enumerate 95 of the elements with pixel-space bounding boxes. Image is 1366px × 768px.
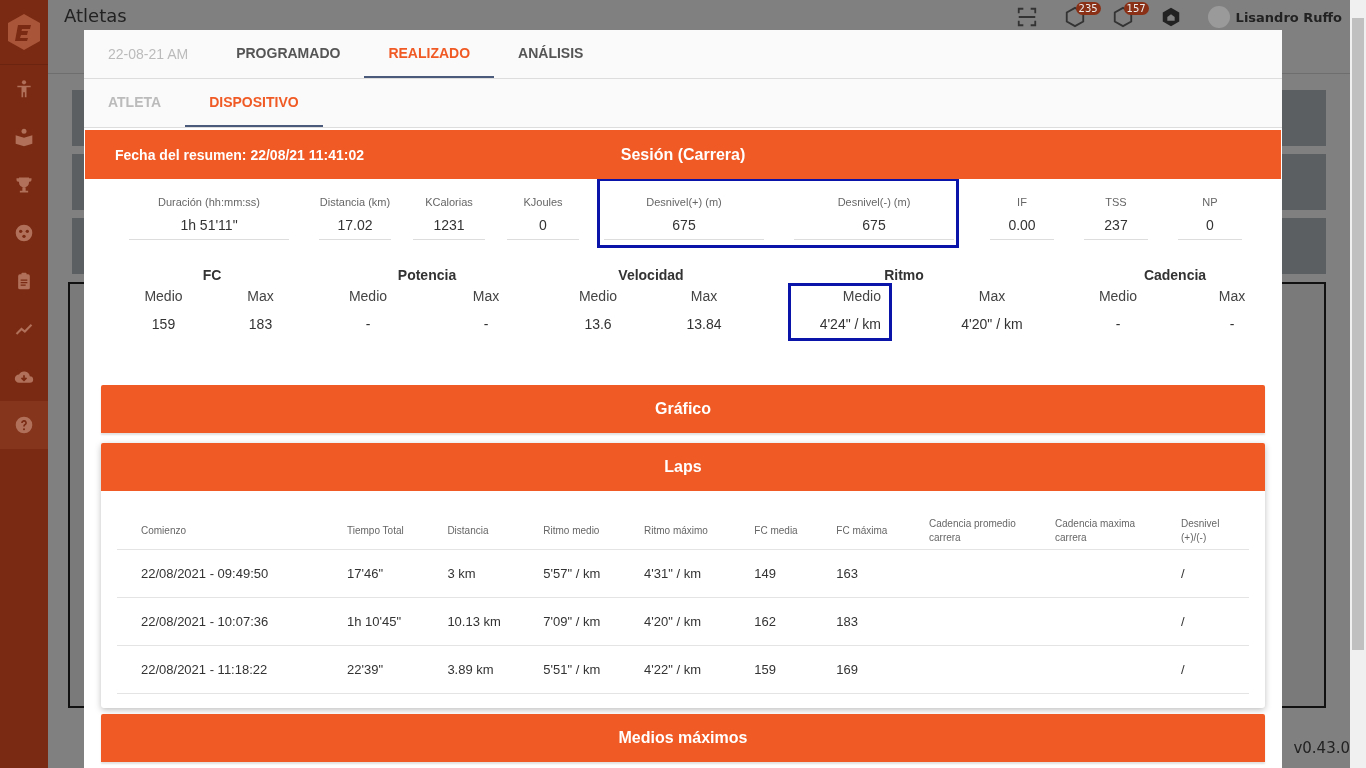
table-cell: 17'46" (339, 549, 440, 598)
field-label: KCalorias (425, 195, 473, 210)
table-cell: 4'31" / km (636, 549, 747, 598)
table-cell: 22/08/2021 - 10:07:36 (117, 597, 339, 646)
field-label: IF (1017, 195, 1027, 210)
stat-label: Medio (1098, 288, 1138, 304)
table-cell: 3 km (439, 549, 536, 598)
page-title: Atletas (64, 6, 127, 26)
value-field[interactable]: 675 (794, 213, 954, 240)
column-header: Distancia (439, 513, 536, 550)
value-field[interactable]: 1231 (413, 213, 485, 240)
stat-label: Max (978, 288, 1006, 304)
column-header: FC media (746, 513, 829, 550)
date-label: 22-08-21 AM (108, 46, 189, 62)
stat-value: 4'24" / km (819, 316, 881, 332)
table-cell: 7'09" / km (535, 597, 636, 646)
column-header: Cadencia maxima carrera (1047, 513, 1173, 550)
help-icon[interactable] (0, 401, 48, 449)
stat-label: Medio (144, 288, 183, 304)
column-header: Cadencia promedio carrera (921, 513, 1047, 550)
field-label: NP (1202, 195, 1218, 210)
summary-date: Fecha del resumen: 22/08/21 11:41:02 (115, 146, 365, 163)
table-cell: 162 (746, 597, 829, 646)
table-cell: 149 (746, 549, 829, 598)
value-field[interactable]: 0 (1178, 213, 1242, 240)
field-label: Distancia (km) (319, 195, 391, 210)
value-field[interactable]: 0 (507, 213, 579, 240)
count-badge: 157 (1123, 2, 1149, 15)
tab[interactable]: ANÁLISIS (494, 30, 608, 78)
value-field[interactable]: 0.00 (990, 213, 1054, 240)
table-cell: 163 (828, 549, 921, 598)
table-cell: 5'51" / km (535, 645, 636, 694)
value-field[interactable]: 675 (604, 213, 764, 240)
stat-value: - (1229, 316, 1235, 332)
table-cell: 3.89 km (439, 645, 536, 694)
stat-value: 13.84 (686, 316, 722, 332)
value-field[interactable]: 1h 51'11" (129, 213, 289, 240)
table-cell: 10.13 km (439, 597, 536, 646)
stat-label: Medio (348, 288, 388, 304)
value-field[interactable]: 17.02 (319, 213, 391, 240)
value-field[interactable]: 237 (1084, 213, 1148, 240)
section-title: Gráfico (655, 400, 711, 418)
column-header: Ritmo máximo (636, 513, 747, 550)
table-cell: 5'57" / km (535, 549, 636, 598)
table-cell: / (1173, 645, 1249, 694)
column-header: Tiempo Total (339, 513, 440, 550)
stat-value: 4'20" / km (961, 316, 1023, 332)
stat-value: 13.6 (584, 316, 612, 332)
table-cell: 1h 10'45" (339, 597, 440, 646)
table-cell: 22/08/2021 - 11:18:22 (117, 645, 339, 694)
metric-title: Ritmo (884, 267, 924, 283)
table-cell: 159 (746, 645, 829, 694)
stat-value: - (365, 316, 371, 332)
field-label: Desnivel(-) (m) (837, 195, 911, 210)
metric-title: Potencia (397, 267, 457, 283)
avatar[interactable] (1207, 6, 1230, 28)
stat-label: Max (247, 288, 274, 304)
count-badge: 235 (1075, 2, 1101, 15)
field-label: TSS (1105, 195, 1127, 210)
table-cell: 4'22" / km (636, 645, 747, 694)
user-name: Lisandro Ruffo (1235, 9, 1342, 25)
column-header: Desnivel (+)/(-) (1173, 513, 1249, 550)
version-label: v0.43.0 (1293, 739, 1350, 757)
stat-value: - (1115, 316, 1121, 332)
field-label: Duración (hh:mm:ss) (157, 195, 261, 210)
table-cell: 169 (828, 645, 921, 694)
table-cell: 22/08/2021 - 09:49:50 (117, 549, 339, 598)
column-header: Ritmo medio (535, 513, 636, 550)
table-cell: 183 (828, 597, 921, 646)
scan-icon[interactable] (1015, 6, 1038, 28)
metric-title: FC (202, 267, 222, 283)
stat-label: Medio (578, 288, 618, 304)
section-title: Medios máximos (618, 729, 748, 747)
tab[interactable]: PROGRAMADO (212, 30, 365, 78)
field-label: KJoules (523, 195, 563, 210)
field-label: Desnivel(+) (m) (646, 195, 722, 210)
scrollbar[interactable] (1350, 0, 1366, 768)
section-title: Sesión (Carrera) (620, 145, 746, 164)
stat-value: - (483, 316, 489, 332)
table-cell: 22'39" (339, 645, 440, 694)
stat-value: 183 (248, 316, 273, 332)
table-cell: / (1173, 549, 1249, 598)
table-cell: 4'20" / km (636, 597, 747, 646)
column-header: Comienzo (117, 513, 339, 550)
stat-label: Max (472, 288, 500, 304)
stat-label: Max (1218, 288, 1246, 304)
column-header: FC máxima (828, 513, 921, 550)
scrollbar-thumb[interactable] (1352, 18, 1364, 650)
stat-value: 159 (151, 316, 176, 332)
stat-label: Max (690, 288, 718, 304)
table-cell: / (1173, 597, 1249, 646)
section-title: Laps (664, 458, 702, 476)
stat-label: Medio (842, 288, 881, 304)
metric-title: Velocidad (618, 267, 684, 283)
metric-title: Cadencia (1143, 267, 1207, 283)
